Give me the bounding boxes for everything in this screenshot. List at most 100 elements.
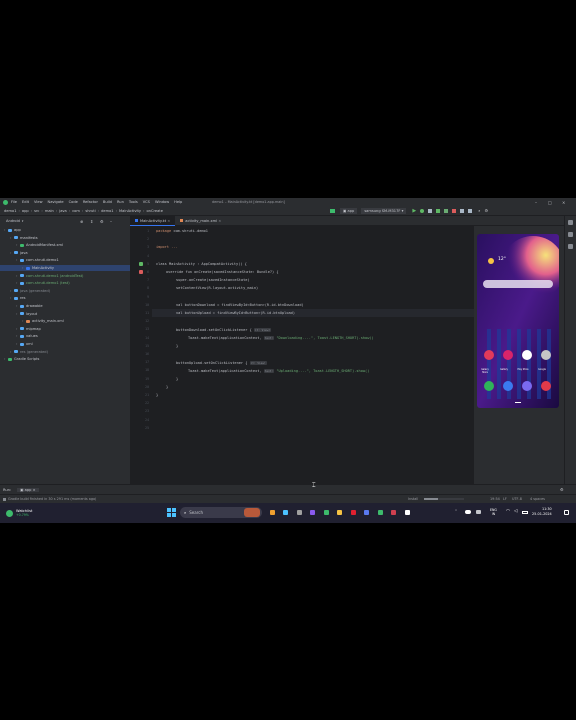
camera-icon[interactable]	[476, 510, 481, 514]
debug-icon[interactable]	[420, 208, 425, 213]
taskbar-app-icon[interactable]	[377, 510, 383, 515]
tree-item[interactable]: › com.shruti.demo1 (androidTest)	[0, 273, 83, 279]
chevron-right-icon[interactable]: ›	[16, 303, 19, 309]
tree-item[interactable]: › Gradle Scripts	[0, 356, 39, 362]
tree-item[interactable]: › xml	[0, 341, 33, 347]
hide-icon[interactable]: –	[110, 219, 112, 224]
chevron-right-icon[interactable]: ›	[16, 257, 19, 263]
breadcrumb-item[interactable]: MainActivity	[119, 209, 141, 213]
tree-item[interactable]: › res (generated)	[0, 349, 48, 355]
cloud-icon[interactable]	[465, 510, 471, 514]
breadcrumb-item[interactable]: java	[59, 209, 67, 213]
show-hidden-icons[interactable]: ˄	[455, 509, 457, 514]
chevron-right-icon[interactable]: ›	[16, 333, 19, 339]
close-tab-icon[interactable]: ×	[217, 219, 221, 223]
tree-item[interactable]: › java	[0, 250, 28, 256]
build-status-message[interactable]: Gradle build finished in 30 s 291 ms (mo…	[8, 497, 96, 501]
menu-code[interactable]: Code	[69, 200, 78, 204]
chevron-right-icon[interactable]: ›	[10, 288, 13, 294]
battery-icon[interactable]	[522, 511, 528, 514]
chevron-right-icon[interactable]: ›	[16, 242, 19, 248]
taskbar-app-icon[interactable]	[269, 510, 275, 515]
clock[interactable]: 11:30 25-01-2024	[532, 507, 552, 516]
sdk-manager-icon[interactable]	[468, 208, 473, 213]
taskbar-app-icon[interactable]	[310, 510, 315, 515]
collapse-icon[interactable]: ⇕	[90, 219, 93, 224]
caret-position[interactable]: 19:54	[490, 497, 500, 501]
chevron-right-icon[interactable]: ›	[22, 265, 25, 271]
editor-tab[interactable]: MainActivity.kt ×	[130, 215, 176, 226]
menu-help[interactable]: Help	[174, 200, 182, 204]
chevron-right-icon[interactable]: ›	[10, 250, 13, 256]
close-icon[interactable]: ×	[562, 200, 565, 205]
chevron-right-icon[interactable]: ›	[16, 273, 19, 279]
device-select[interactable]: samsung SM-M317F ▾	[361, 207, 407, 214]
file-encoding[interactable]: UTF-8	[512, 497, 522, 501]
taskbar-app-icon[interactable]	[404, 510, 410, 515]
tree-item[interactable]: › MainActivity	[0, 265, 54, 271]
chevron-right-icon[interactable]: ›	[4, 356, 7, 362]
menu-refactor[interactable]: Refactor	[83, 200, 98, 204]
import-fold[interactable]: import ...	[156, 245, 178, 249]
taskbar-app-icon[interactable]	[296, 510, 302, 515]
tree-item[interactable]: › mipmap	[0, 326, 41, 332]
breadcrumb-item[interactable]: app	[22, 209, 29, 213]
device-manager-icon[interactable]	[460, 208, 465, 213]
menu-view[interactable]: View	[34, 200, 43, 204]
run-gutter-icon[interactable]	[139, 262, 143, 266]
breadcrumb-item[interactable]: demo1	[101, 209, 113, 213]
taskbar-app-icon[interactable]	[337, 510, 342, 515]
taskbar-app-icon[interactable]	[364, 510, 369, 515]
profiler-icon[interactable]	[428, 208, 433, 213]
tree-item[interactable]: › manifests	[0, 235, 38, 241]
menu-file[interactable]: File	[11, 200, 17, 204]
chevron-down-icon[interactable]: ▾	[22, 219, 24, 223]
apply-code-changes-icon[interactable]	[444, 208, 449, 213]
language-indicator[interactable]: ENG IN	[490, 508, 497, 516]
start-button[interactable]	[167, 508, 176, 517]
hammer-icon[interactable]	[330, 208, 335, 213]
close-tab-icon[interactable]: ×	[166, 219, 170, 223]
chevron-right-icon[interactable]: ›	[4, 227, 7, 233]
menu-vcs[interactable]: VCS	[143, 200, 150, 204]
breadcrumb-item[interactable]: com	[72, 209, 80, 213]
minimize-icon[interactable]: –	[535, 200, 537, 205]
editor-tab[interactable]: activity_main.xml ×	[175, 216, 226, 226]
override-gutter-icon[interactable]	[139, 270, 143, 274]
install-status[interactable]: Install	[408, 497, 418, 501]
tree-item[interactable]: › activity_main.xml	[0, 318, 64, 324]
menu-tools[interactable]: Tools	[129, 200, 138, 204]
breadcrumb-item[interactable]: shruti	[85, 209, 95, 213]
chevron-right-icon[interactable]: ›	[10, 295, 13, 301]
tree-item[interactable]: › layout	[0, 311, 37, 317]
apply-changes-icon[interactable]	[436, 208, 441, 213]
taskbar-app-icon[interactable]	[391, 510, 396, 515]
breadcrumb-item[interactable]: main	[45, 209, 54, 213]
menu-run[interactable]: Run	[117, 200, 124, 204]
chevron-right-icon[interactable]: ›	[16, 341, 19, 347]
run-tab[interactable]: ▣ app ×	[17, 487, 39, 492]
run-panel-gear-icon[interactable]: ⚙	[560, 487, 564, 492]
chevron-right-icon[interactable]: ›	[16, 311, 19, 317]
indent-setting[interactable]: 4 spaces	[530, 497, 545, 501]
tree-item[interactable]: › values	[0, 333, 38, 339]
menu-build[interactable]: Build	[103, 200, 112, 204]
tree-item[interactable]: › res	[0, 295, 25, 301]
stock-widget[interactable]: Watchlist +0.79%	[16, 509, 32, 518]
gear-icon[interactable]: ⚙	[100, 219, 104, 224]
breadcrumb-item[interactable]: src	[34, 209, 39, 213]
run-icon[interactable]: ▶	[412, 208, 416, 214]
settings-icon[interactable]: ⚙	[485, 208, 489, 213]
menu-edit[interactable]: Edit	[22, 200, 29, 204]
gradle-icon[interactable]	[568, 232, 573, 237]
code-editor[interactable]: package com.shruti.demo1 import ... clas…	[152, 226, 474, 484]
menu-window[interactable]: Window	[155, 200, 169, 204]
target-icon[interactable]: ⊕	[80, 219, 83, 224]
chevron-right-icon[interactable]: ›	[10, 349, 13, 355]
tree-item[interactable]: › java (generated)	[0, 288, 50, 294]
breadcrumb-item[interactable]: onCreate	[146, 209, 162, 213]
maximize-icon[interactable]: □	[548, 200, 552, 205]
tree-item[interactable]: › AndroidManifest.xml	[0, 242, 63, 248]
chevron-right-icon[interactable]: ›	[16, 326, 19, 332]
notification-center-icon[interactable]	[564, 510, 569, 515]
